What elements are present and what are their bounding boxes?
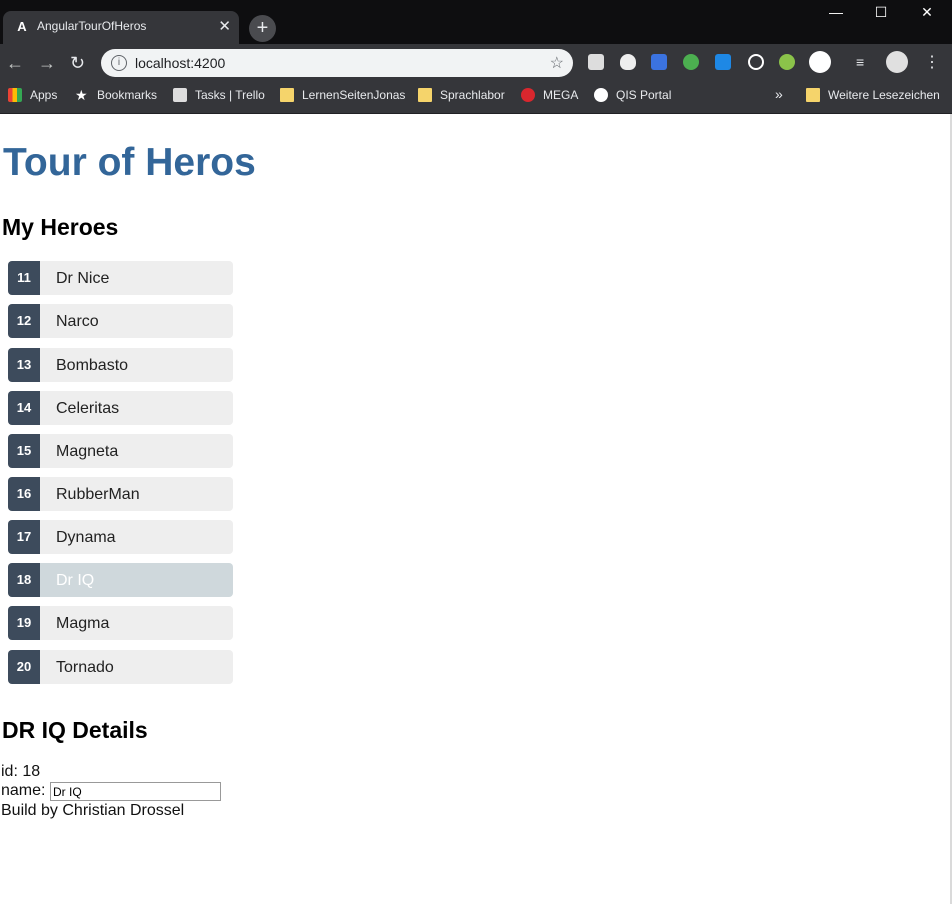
- hero-list-item[interactable]: 19 Magma: [8, 606, 233, 640]
- hero-id-badge: 11: [8, 261, 40, 295]
- address-bar[interactable]: i localhost:4200 ☆: [101, 49, 573, 77]
- hero-id-line: id: 18: [1, 763, 41, 780]
- bookmark-sprachlabor[interactable]: Sprachlabor: [418, 88, 505, 102]
- profile-avatar[interactable]: [886, 51, 908, 73]
- bookmark-label: Apps: [30, 88, 58, 102]
- minimize-icon[interactable]: —: [821, 4, 851, 20]
- bookmark-mega[interactable]: MEGA: [521, 88, 578, 102]
- apps-grid-icon: [8, 88, 22, 102]
- bookmark-label: Weitere Lesezeichen: [828, 88, 940, 102]
- bookmark-apps[interactable]: Apps: [8, 88, 57, 102]
- footer-text: Build by Christian Drossel: [1, 802, 185, 819]
- hero-name: Dynama: [56, 529, 116, 546]
- title-bar: A AngularTourOfHeros ✕ + — ☐ ✕: [0, 0, 952, 44]
- info-icon[interactable]: i: [111, 55, 127, 71]
- extension-w-icon[interactable]: [748, 54, 764, 70]
- hero-id-badge: 17: [8, 520, 40, 554]
- hero-name: RubberMan: [56, 486, 140, 503]
- browser-toolbar: ← → ↻ i localhost:4200 ☆ ≡ ⋮: [0, 44, 952, 82]
- name-label: name:: [1, 782, 46, 799]
- extension-blue-icon[interactable]: [651, 54, 667, 70]
- hero-id-badge: 19: [8, 606, 40, 640]
- back-icon[interactable]: ←: [6, 53, 24, 74]
- hero-name: Tornado: [56, 659, 114, 676]
- heroes-heading: My Heroes: [2, 214, 119, 240]
- hero-id-badge: 18: [8, 563, 40, 597]
- folder-icon: [806, 88, 820, 102]
- media-control-icon[interactable]: ≡: [856, 54, 872, 70]
- folder-icon: [280, 88, 294, 102]
- browser-tab[interactable]: A AngularTourOfHeros ✕: [3, 11, 239, 44]
- hero-id-badge: 15: [8, 434, 40, 468]
- reload-icon[interactable]: ↻: [70, 53, 85, 74]
- hero-id-badge: 12: [8, 304, 40, 338]
- extension-wave-icon[interactable]: [715, 54, 731, 70]
- bookmark-bookmarks[interactable]: ★ Bookmarks: [75, 88, 157, 102]
- hero-list-item[interactable]: 13 Bombasto: [8, 348, 233, 382]
- bookmark-label: Tasks | Trello: [195, 88, 265, 102]
- hero-name: Magma: [56, 615, 110, 632]
- bookmark-star-icon[interactable]: ☆: [550, 53, 564, 73]
- bookmark-label: Bookmarks: [97, 88, 158, 102]
- folder-icon: [418, 88, 432, 102]
- bookmark-label: MEGA: [543, 88, 579, 102]
- mega-icon: [521, 88, 535, 102]
- bookmark-label: LernenSeitenJonas: [302, 88, 406, 102]
- bookmark-label: QIS Portal: [616, 88, 672, 102]
- hero-list-item[interactable]: 17 Dynama: [8, 520, 233, 554]
- hero-name: Dr Nice: [56, 270, 110, 287]
- hero-list-item[interactable]: 14 Celeritas: [8, 391, 233, 425]
- menu-kebab-icon[interactable]: ⋮: [924, 52, 940, 71]
- hero-name: Celeritas: [56, 400, 120, 417]
- hero-name-input[interactable]: [50, 782, 221, 801]
- maximize-icon[interactable]: ☐: [866, 4, 896, 21]
- bookmark-trello[interactable]: Tasks | Trello: [173, 88, 265, 102]
- hero-name: Narco: [56, 313, 99, 330]
- extension-icon[interactable]: [588, 54, 604, 70]
- extension-badge-icon[interactable]: [779, 54, 795, 70]
- hero-list-item[interactable]: 16 RubberMan: [8, 477, 233, 511]
- url-text: localhost:4200: [135, 55, 226, 71]
- hero-list-item[interactable]: 12 Narco: [8, 304, 233, 338]
- forward-icon[interactable]: →: [38, 53, 56, 74]
- hero-list-item-selected[interactable]: 18 Dr IQ: [8, 563, 233, 597]
- bookmark-label: Sprachlabor: [440, 88, 505, 102]
- star-icon: ★: [75, 87, 88, 103]
- tab-title: AngularTourOfHeros: [37, 19, 147, 33]
- trello-icon: [173, 88, 187, 102]
- hero-list-item[interactable]: 15 Magneta: [8, 434, 233, 468]
- hero-id-badge: 14: [8, 391, 40, 425]
- extension-green-shield-icon[interactable]: [683, 54, 699, 70]
- new-tab-button[interactable]: +: [249, 15, 276, 42]
- hero-id-badge: 16: [8, 477, 40, 511]
- extension-shield-icon[interactable]: [620, 54, 636, 70]
- bookmark-lernen[interactable]: LernenSeitenJonas: [280, 88, 405, 102]
- close-window-icon[interactable]: ✕: [912, 4, 942, 21]
- close-tab-icon[interactable]: ✕: [218, 17, 231, 35]
- hero-id-badge: 13: [8, 348, 40, 382]
- hero-name: Dr IQ: [56, 572, 95, 589]
- hero-name: Magneta: [56, 443, 119, 460]
- hero-name: Bombasto: [56, 357, 129, 374]
- bookmarks-bar: Apps ★ Bookmarks Tasks | Trello LernenSe…: [0, 82, 952, 114]
- bookmark-qis[interactable]: QIS Portal: [594, 88, 671, 102]
- hero-list-item[interactable]: 11 Dr Nice: [8, 261, 233, 295]
- angular-icon: A: [17, 19, 27, 34]
- page-title: Tour of Heros: [3, 141, 256, 184]
- globe-icon: [594, 88, 608, 102]
- more-bookmarks-chevron-icon[interactable]: »: [775, 86, 783, 102]
- hero-list-item[interactable]: 20 Tornado: [8, 650, 233, 684]
- extension-red-icon[interactable]: [809, 51, 831, 73]
- hero-id-badge: 20: [8, 650, 40, 684]
- details-heading: DR IQ Details: [2, 717, 148, 743]
- bookmark-other[interactable]: Weitere Lesezeichen: [806, 88, 940, 102]
